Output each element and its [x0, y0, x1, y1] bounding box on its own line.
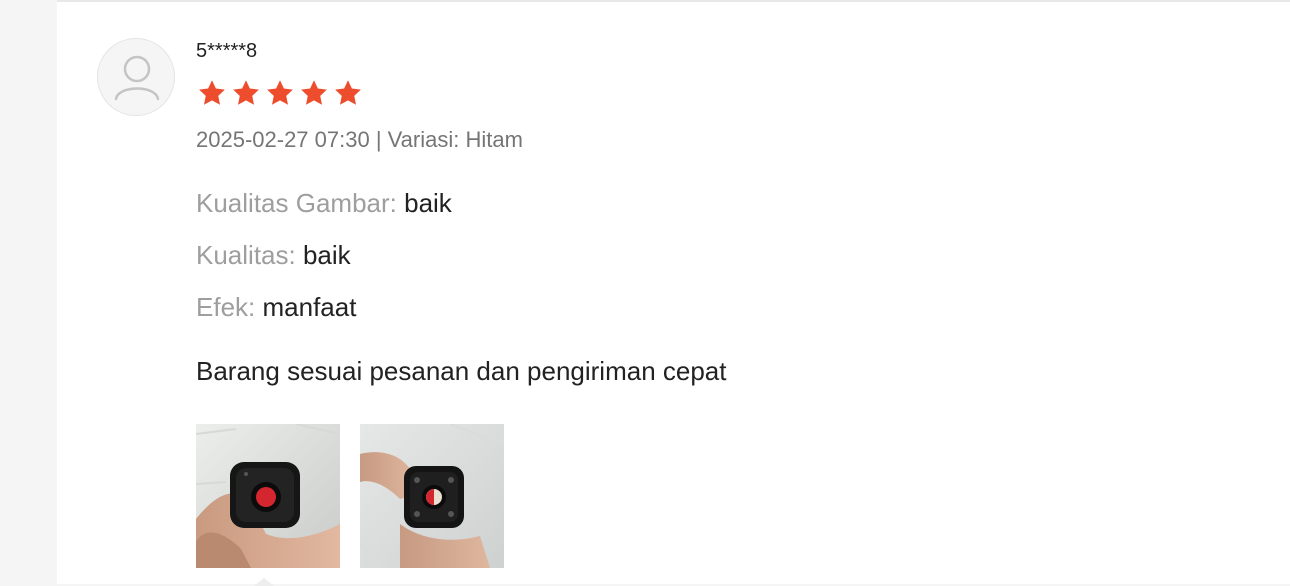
reviewer-username: 5*****8	[196, 40, 258, 62]
user-placeholder-icon	[114, 55, 160, 101]
reviewer-avatar	[97, 38, 175, 116]
attribute-label: Kualitas:	[196, 240, 296, 270]
star-icon	[233, 80, 259, 105]
star-icon	[199, 80, 225, 105]
review-card: 5*****8 2025-02-27 07:30 | Variasi: Hita…	[57, 0, 1290, 586]
photo-selected-indicator	[254, 578, 274, 586]
attribute-value: manfaat	[262, 292, 357, 322]
review-photos	[196, 424, 504, 568]
star-icon	[335, 80, 361, 105]
attribute-label: Kualitas Gambar:	[196, 188, 397, 218]
attribute-label: Efek:	[196, 292, 256, 322]
attribute-quality: Kualitas: baik	[196, 240, 351, 271]
review-meta: 2025-02-27 07:30 | Variasi: Hitam	[196, 127, 523, 152]
attribute-effect: Efek: manfaat	[196, 292, 356, 323]
star-icon	[267, 80, 293, 105]
star-icon	[301, 80, 327, 105]
attribute-value: baik	[404, 188, 452, 218]
attribute-image-quality: Kualitas Gambar: baik	[196, 188, 452, 219]
attribute-value: baik	[302, 240, 351, 270]
star-rating	[196, 78, 364, 108]
review-photo-thumbnail[interactable]	[196, 424, 340, 568]
review-photo-thumbnail[interactable]	[360, 424, 504, 568]
review-comment: Barang sesuai pesanan dan pengiriman cep…	[196, 356, 727, 386]
